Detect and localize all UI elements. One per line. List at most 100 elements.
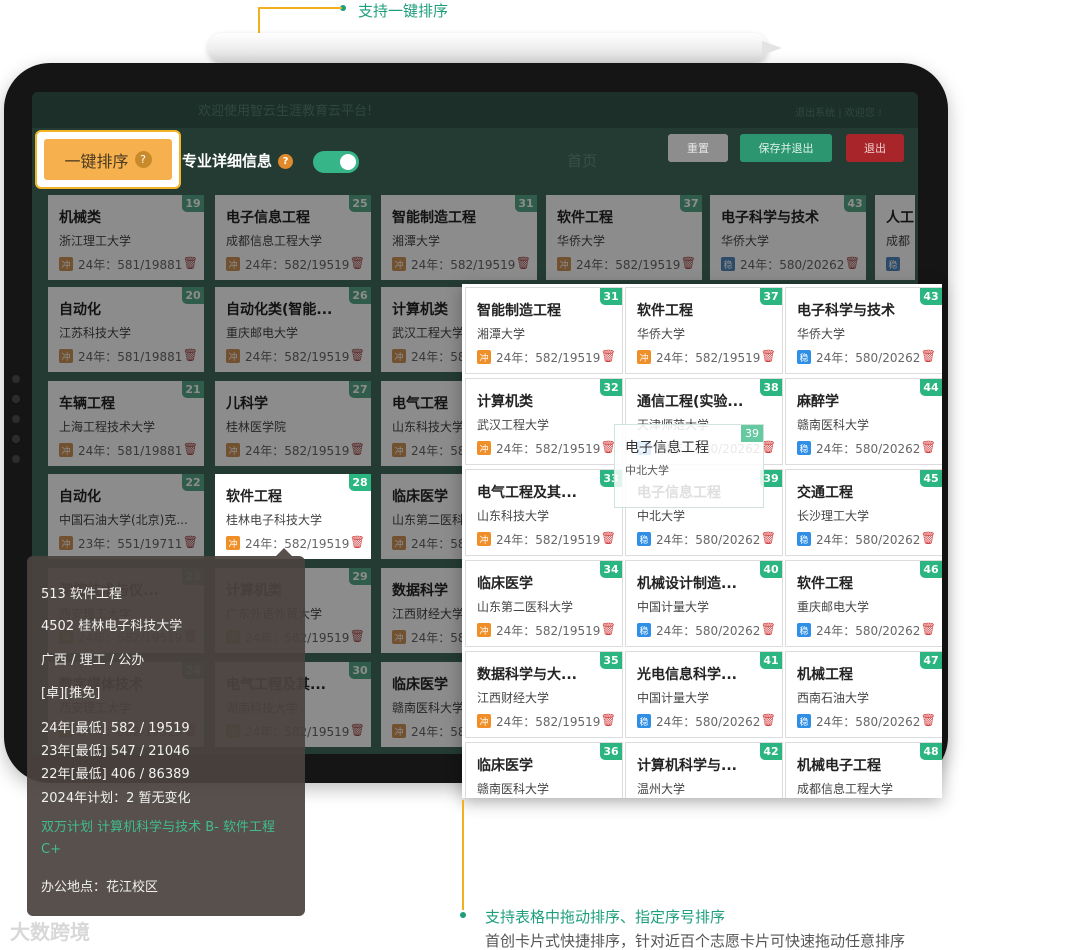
card-order-number[interactable]: 31 — [600, 288, 622, 305]
delete-icon[interactable]: 🗑 — [921, 349, 936, 363]
delete-icon[interactable]: 🗑 — [761, 531, 776, 545]
volunteer-card[interactable]: 软件工程 重庆邮电大学稳 24年：580/20262 🗑 46 — [786, 561, 942, 646]
volunteer-card[interactable]: 儿科学 桂林医学院冲 24年：582/19519 🗑 27 — [215, 381, 371, 466]
card-school: 湘潭大学 — [477, 327, 526, 341]
volunteer-card[interactable]: 电子科学与技术 华侨大学稳 24年：580/20262 🗑 43 — [710, 195, 866, 280]
delete-icon[interactable]: 🗑 — [350, 723, 365, 737]
card-order-number[interactable]: 26 — [349, 287, 371, 304]
volunteer-card[interactable]: 自动化类(智能... 重庆邮电大学冲 24年：582/19519 🗑 26 — [215, 287, 371, 372]
volunteer-card[interactable]: 自动化 江苏科技大学冲 24年：581/19881 🗑 20 — [48, 287, 204, 372]
help-icon[interactable]: ? — [134, 151, 152, 168]
delete-icon[interactable]: 🗑 — [921, 440, 936, 454]
volunteer-card[interactable]: 软件工程 华侨大学冲 24年：582/19519 🗑 37 — [626, 288, 782, 373]
promo-stage: 支持一键排序 欢迎使用智云生涯教育云平台! 退出系统 | 欢迎您 ! 首页 重置… — [0, 0, 1080, 950]
delete-icon[interactable]: 🗑 — [350, 442, 365, 456]
dragging-card-ghost[interactable]: 电子信息工程 中北大学 39 — [614, 424, 764, 508]
card-order-number[interactable]: 43 — [920, 288, 942, 305]
volunteer-card[interactable]: 自动化 中国石油大学(北京)克... 冲 23年：551/19711 🗑 22 — [48, 474, 204, 559]
volunteer-card[interactable]: 临床医学山东第二医科大学冲 24年：582/19519🗑 34 — [466, 561, 622, 646]
delete-icon[interactable]: 🗑 — [601, 713, 616, 727]
delete-icon[interactable]: 🗑 — [350, 256, 365, 270]
card-order-number[interactable]: 35 — [600, 652, 622, 669]
volunteer-card[interactable]: 麻醉学 赣南医科大学稳 24年：580/20262 🗑 44 — [786, 379, 942, 464]
delete-icon[interactable]: 🗑 — [601, 349, 616, 363]
volunteer-card[interactable]: 机械设计制造... 中国计量大学稳 24年：580/20262 🗑 40 — [626, 561, 782, 646]
delete-icon[interactable]: 🗑 — [761, 713, 776, 727]
volunteer-card[interactable]: 智能制造工程 湘潭大学冲 24年：582/19519 🗑 31 — [466, 288, 622, 373]
delete-icon[interactable]: 🗑 — [183, 535, 198, 549]
volunteer-card[interactable]: 车辆工程 上海工程技术大学冲 24年：581/19881 🗑 21 — [48, 381, 204, 466]
volunteer-card[interactable]: 软件工程 桂林电子科技大学冲 24年：582/19519 🗑 28 — [215, 474, 371, 559]
card-order-number[interactable]: 28 — [349, 474, 371, 491]
one-click-sort-button[interactable]: 一键排序 ? — [44, 139, 172, 180]
card-school: 赣南医科大学 — [392, 701, 465, 715]
delete-icon[interactable]: 🗑 — [681, 256, 696, 270]
card-order-number[interactable]: 37 — [760, 288, 782, 305]
card-order-number[interactable]: 32 — [600, 379, 622, 396]
card-order-number[interactable]: 41 — [760, 652, 782, 669]
card-order-number[interactable]: 47 — [920, 652, 942, 669]
card-type-badge: 冲 — [477, 623, 491, 637]
delete-icon[interactable]: 🗑 — [601, 531, 616, 545]
delete-icon[interactable]: 🗑 — [183, 256, 198, 270]
volunteer-card[interactable]: 人工 成都稳 — [875, 195, 915, 280]
volunteer-card[interactable]: 智能制造工程 湘潭大学冲 24年：582/19519 🗑 31 — [381, 195, 537, 280]
delete-icon[interactable]: 🗑 — [183, 348, 198, 362]
delete-icon[interactable]: 🗑 — [183, 442, 198, 456]
card-order-number[interactable]: 48 — [920, 743, 942, 760]
card-order-number[interactable]: 29 — [349, 568, 371, 585]
card-order-number[interactable]: 44 — [920, 379, 942, 396]
delete-icon[interactable]: 🗑 — [516, 256, 531, 270]
card-school: 成都信息工程大学 — [226, 234, 323, 248]
card-order-number[interactable]: 22 — [182, 474, 204, 491]
card-type-badge: 稳 — [637, 532, 651, 546]
volunteer-card[interactable]: 机械类 浙江理工大学冲 24年：581/19881 🗑 19 — [48, 195, 204, 280]
delete-icon[interactable]: 🗑 — [350, 535, 365, 549]
card-order-number[interactable]: 36 — [600, 743, 622, 760]
volunteer-card[interactable]: 临床医学赣南医科大学冲36 — [466, 743, 622, 798]
card-school: 山东第二医科大学 — [477, 600, 574, 614]
card-order-number[interactable]: 27 — [349, 381, 371, 398]
delete-icon[interactable]: 🗑 — [921, 531, 936, 545]
card-order-number[interactable]: 37 — [680, 195, 702, 212]
card-order-number[interactable]: 38 — [760, 379, 782, 396]
card-major: 电子信息工程 — [226, 210, 310, 226]
delete-icon[interactable]: 🗑 — [921, 713, 936, 727]
card-type-badge: 冲 — [392, 257, 406, 271]
volunteer-card[interactable]: 机械工程 西南石油大学稳 24年：580/20262 🗑 47 — [786, 652, 942, 737]
card-order-number[interactable]: 40 — [760, 561, 782, 578]
volunteer-card[interactable]: 光电信息科学... 中国计量大学稳 24年：580/20262 🗑 41 — [626, 652, 782, 737]
volunteer-card[interactable]: 软件工程 华侨大学冲 24年：582/19519 🗑 37 — [546, 195, 702, 280]
card-order-number[interactable]: 34 — [600, 561, 622, 578]
volunteer-card[interactable]: 数据科学与大... 江西财经大学冲 24年：582/19519 🗑 35 — [466, 652, 622, 737]
card-order-number[interactable]: 45 — [920, 470, 942, 487]
card-major: 儿科学 — [226, 396, 268, 412]
delete-icon[interactable]: 🗑 — [761, 349, 776, 363]
delete-icon[interactable]: 🗑 — [350, 348, 365, 362]
volunteer-card[interactable]: 交通工程 长沙理工大学稳 24年：580/20262 🗑 45 — [786, 470, 942, 555]
card-order-number[interactable]: 46 — [920, 561, 942, 578]
delete-icon[interactable]: 🗑 — [350, 629, 365, 643]
card-order-number[interactable]: 25 — [349, 195, 371, 212]
delete-icon[interactable]: 🗑 — [845, 256, 860, 270]
delete-icon[interactable]: 🗑 — [921, 622, 936, 636]
volunteer-card[interactable]: 机械电子工程成都信息工程大学稳48 — [786, 743, 942, 798]
volunteer-card[interactable]: 电子信息工程 成都信息工程大学冲 24年：582/19519 🗑 25 — [215, 195, 371, 280]
card-order-number[interactable]: 30 — [349, 662, 371, 679]
card-score: 24年：580/20262 — [656, 624, 761, 638]
volunteer-card[interactable]: 电子科学与技术 华侨大学稳 24年：580/20262 🗑 43 — [786, 288, 942, 373]
volunteer-card[interactable]: 计算机类武汉工程大学冲24年：582/19519🗑32 — [466, 379, 622, 464]
volunteer-card[interactable]: 计算机科学与...温州大学稳42 — [626, 743, 782, 798]
card-order-number[interactable]: 19 — [182, 195, 204, 212]
card-order-number[interactable]: 31 — [515, 195, 537, 212]
card-order-number[interactable]: 43 — [844, 195, 866, 212]
card-major: 计算机科学与... — [637, 758, 737, 774]
delete-icon[interactable]: 🗑 — [761, 622, 776, 636]
card-order-number[interactable]: 21 — [182, 381, 204, 398]
card-order-number[interactable]: 20 — [182, 287, 204, 304]
card-major: 光电信息科学... — [637, 667, 737, 683]
card-order-number[interactable]: 42 — [760, 743, 782, 760]
volunteer-card[interactable]: 电气工程及其... 山东科技大学冲 24年：582/19519 🗑 33 — [466, 470, 622, 555]
card-major: 电气工程及其... — [477, 485, 577, 501]
delete-icon[interactable]: 🗑 — [601, 622, 616, 636]
